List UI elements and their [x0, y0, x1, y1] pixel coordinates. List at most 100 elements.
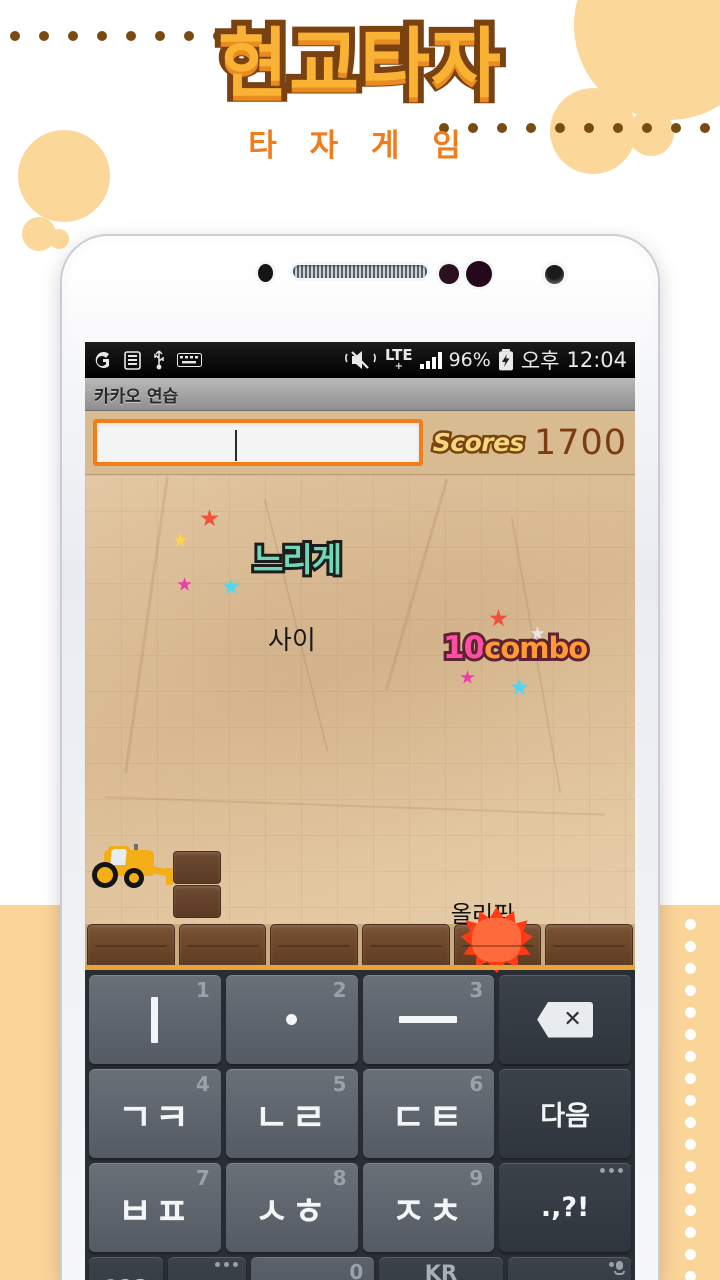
key-number: 8	[332, 1166, 347, 1190]
key-number: 6	[469, 1072, 484, 1096]
backspace-icon: ✕	[537, 1001, 594, 1038]
microphone-icon	[613, 1261, 625, 1276]
key-b-p[interactable]: 7 ㅂㅍ	[89, 1163, 221, 1252]
combo-count: 10	[440, 627, 488, 669]
combo-label: combo	[481, 628, 591, 668]
space-language-label: KR	[424, 1261, 458, 1280]
paper-crease	[384, 478, 449, 692]
key-space[interactable]: KR	[379, 1257, 503, 1280]
game-header: Scores 1700	[85, 411, 635, 475]
key-g-k[interactable]: 4 ㄱㅋ	[89, 1069, 221, 1158]
app-title-bar: 카카오 연습	[85, 378, 635, 411]
key-label: .,?!	[540, 1192, 590, 1223]
keyboard-row-3: 7 ㅂㅍ 8 ㅅㅎ 9 ㅈㅊ .,?!	[89, 1163, 631, 1252]
key-d-t[interactable]: 6 ㄷㅌ	[362, 1069, 495, 1158]
korean-keyboard: 1 2 3 ✕ 4 ㄱㅋ 5 ㄴㄹ 6 ㄷㅌ 다음 7 ㅂㅍ 8 ㅅㅎ 9 ㅈㅊ…	[85, 970, 635, 1280]
more-options-icon	[215, 1262, 238, 1267]
scroll-dots	[684, 919, 696, 1280]
key-label: 다음	[540, 1101, 590, 1132]
led-indicator-icon	[545, 265, 564, 284]
key-number: 2	[332, 978, 347, 1002]
explosion-icon	[460, 907, 533, 973]
side-band-left	[0, 905, 60, 1280]
keyboard-row-2: 4 ㄱㅋ 5 ㄴㄹ 6 ㄷㅌ 다음	[89, 1069, 631, 1158]
typing-input[interactable]	[93, 419, 423, 466]
keyboard-icon	[177, 353, 202, 367]
key-dot[interactable]: 2	[225, 975, 358, 1064]
key-number: 4	[195, 1072, 210, 1096]
star-icon	[177, 577, 192, 591]
star-icon	[222, 578, 240, 595]
signal-strength-icon	[419, 351, 442, 369]
key-number: 5	[332, 1072, 347, 1096]
ground-brick	[270, 924, 359, 970]
ground-brick	[178, 924, 267, 970]
ground-brick: 올리픽	[451, 902, 542, 973]
carrier-g-icon	[93, 350, 113, 370]
key-number: 0	[349, 1260, 364, 1280]
paper-crease	[124, 476, 169, 774]
key-number: 7	[195, 1166, 210, 1190]
game-ground: 올리픽	[85, 902, 635, 973]
am-pm-label: 오후	[520, 349, 560, 373]
vowel-eu-glyph	[399, 1016, 458, 1023]
phone-mockup: LTE + 96% 오후 12:04 카카오 연습 Scores 1700 느리…	[62, 236, 658, 1280]
key-number: 9	[469, 1166, 484, 1190]
android-status-bar: LTE + 96% 오후 12:04	[85, 342, 635, 378]
more-options-icon	[600, 1168, 623, 1173]
network-type-icon: LTE +	[385, 346, 413, 373]
key-language[interactable]	[168, 1257, 246, 1280]
decor-circle-left-small	[49, 229, 69, 249]
vowel-i-glyph	[151, 996, 159, 1043]
key-label: ㅈㅊ	[391, 1189, 466, 1233]
title-block: 현교타자 타 자 게 임	[0, 19, 720, 165]
text-caret	[235, 430, 237, 461]
key-number: 1	[195, 978, 210, 1002]
key-punct[interactable]: .,?!	[499, 1163, 631, 1252]
score-value: 1700	[533, 422, 627, 463]
key-label: ㄴㄹ	[254, 1095, 329, 1139]
key-i[interactable]: 1	[89, 975, 221, 1064]
page-subtitle: 타 자 게 임	[248, 128, 472, 164]
star-icon	[200, 509, 219, 527]
light-sensor-icon	[439, 264, 459, 284]
game-play-field: 느리게 사이 10 combo	[85, 475, 635, 924]
key-backspace[interactable]: ✕	[499, 975, 631, 1064]
side-band-right	[660, 905, 720, 1280]
sim-icon	[124, 350, 141, 370]
keyboard-row-4: 123 기호 0 KR	[89, 1257, 631, 1280]
ground-base-line	[85, 965, 635, 970]
star-icon	[489, 609, 508, 627]
ground-brick	[87, 924, 175, 970]
phone-screen: LTE + 96% 오후 12:04 카카오 연습 Scores 1700 느리…	[85, 342, 635, 1280]
key-ng-m[interactable]: 0	[251, 1257, 375, 1280]
crate-block	[173, 851, 221, 884]
key-label: ㄱㅋ	[117, 1095, 192, 1139]
key-label: ㄷㅌ	[391, 1095, 466, 1139]
key-label: ㅂㅍ	[117, 1189, 192, 1233]
bulldozer-icon	[90, 844, 175, 888]
page-background: 현교타자 타 자 게 임 LTE + 96% 오후 12:04 카카오 연습 S…	[0, 0, 720, 1280]
battery-percent-label: 96%	[448, 349, 491, 371]
key-eu[interactable]: 3	[362, 975, 495, 1064]
score-label: Scores	[430, 426, 527, 460]
falling-word: 사이	[268, 626, 316, 656]
star-icon	[510, 678, 529, 696]
key-next[interactable]: 다음	[499, 1069, 631, 1158]
key-number: 3	[469, 978, 484, 1002]
clock-label: 12:04	[566, 348, 627, 372]
star-icon	[173, 533, 188, 547]
key-j-ch[interactable]: 9 ㅈㅊ	[362, 1163, 495, 1252]
vowel-dot-glyph	[286, 1014, 298, 1025]
key-emoji[interactable]	[507, 1257, 631, 1280]
app-title-label: 카카오 연습	[94, 386, 179, 407]
key-symbols[interactable]: 123 기호	[89, 1257, 163, 1280]
ground-brick	[545, 924, 634, 970]
mute-icon	[344, 349, 378, 371]
usb-icon	[152, 350, 166, 370]
key-n-r[interactable]: 5 ㄴㄹ	[225, 1069, 358, 1158]
battery-charging-icon	[498, 349, 514, 371]
page-title: 현교타자	[212, 19, 507, 108]
key-label: ㅅㅎ	[254, 1189, 329, 1233]
key-s-h[interactable]: 8 ㅅㅎ	[225, 1163, 358, 1252]
